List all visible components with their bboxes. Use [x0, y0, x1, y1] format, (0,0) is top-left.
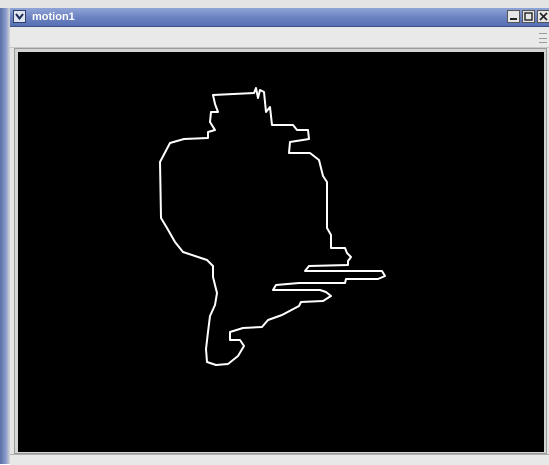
minimize-icon — [510, 18, 517, 20]
motion-contour-image — [159, 87, 386, 366]
app-window: motion1 — [0, 0, 549, 465]
chevron-down-icon — [15, 13, 24, 20]
motion-contour — [159, 87, 386, 366]
window-bottom-border — [10, 454, 549, 465]
image-canvas[interactable] — [18, 52, 544, 452]
window-left-border — [0, 8, 10, 464]
maximize-button[interactable] — [522, 10, 535, 23]
close-icon — [539, 12, 548, 21]
title-bar[interactable]: motion1 — [10, 8, 549, 27]
window-menu-button[interactable] — [13, 10, 26, 23]
window-title: motion1 — [32, 11, 75, 23]
maximize-icon — [524, 12, 533, 21]
minimize-button[interactable] — [507, 10, 520, 23]
close-button[interactable] — [537, 10, 549, 23]
resize-grip-icon[interactable] — [539, 33, 547, 43]
toolbar-area — [10, 27, 549, 48]
